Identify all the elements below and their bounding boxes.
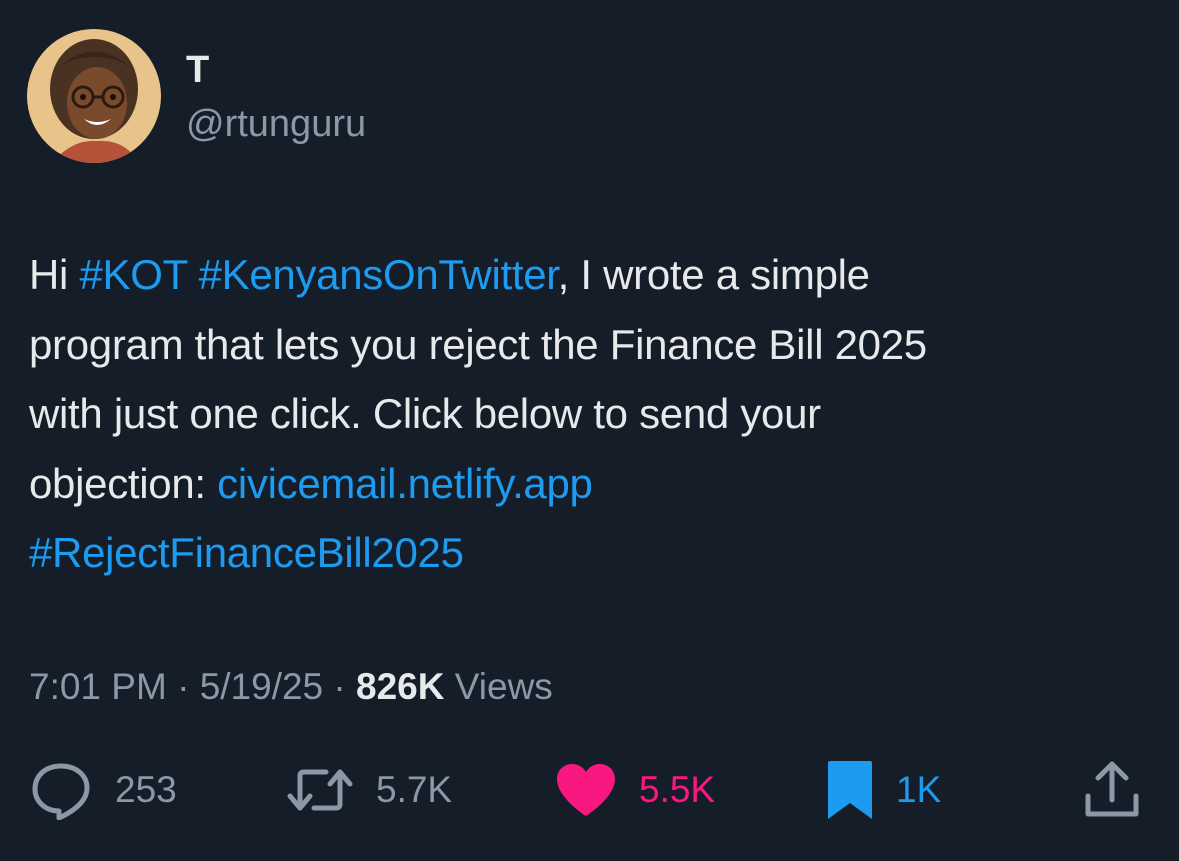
retweet-count: 5.7K xyxy=(376,769,453,810)
handle[interactable]: @rtunguru xyxy=(186,100,366,148)
reply-count: 253 xyxy=(115,769,177,810)
meta-separator: · xyxy=(323,666,357,707)
retweet-icon xyxy=(286,762,354,818)
tweet-text-line: program that lets you reject the Finance… xyxy=(29,310,1159,380)
reply-button[interactable]: 253 xyxy=(29,750,177,830)
avatar-illustration xyxy=(27,29,161,163)
like-button[interactable]: 5.5K xyxy=(555,750,715,830)
tweet-meta: 7:01 PM · 5/19/25 · 826K Views xyxy=(29,662,553,712)
heart-icon xyxy=(555,762,617,818)
share-icon xyxy=(1084,760,1140,820)
tweet-text-line: objection: civicemail.netlify.app xyxy=(29,449,1159,519)
bookmark-icon xyxy=(826,759,874,821)
meta-separator: · xyxy=(166,666,200,707)
tweet-text-line: with just one click. Click below to send… xyxy=(29,379,1159,449)
avatar[interactable] xyxy=(27,29,161,163)
hashtag-link[interactable]: #KOT xyxy=(79,251,187,298)
views-label: Views xyxy=(444,666,553,707)
tweet-text-segment: Hi xyxy=(29,251,80,298)
url-link[interactable]: civicemail.netlify.app xyxy=(217,460,593,507)
views-count[interactable]: 826K xyxy=(356,666,444,707)
tweet-text-segment xyxy=(187,251,198,298)
tweet-text-line: Hi #KOT #KenyansOnTwitter, I wrote a sim… xyxy=(29,240,1159,310)
like-count: 5.5K xyxy=(639,769,716,810)
hashtag-link[interactable]: #RejectFinanceBill2025 xyxy=(29,529,464,576)
timestamp-time[interactable]: 7:01 PM xyxy=(29,666,167,707)
tweet-text-segment: , I wrote a simple xyxy=(557,251,870,298)
reply-icon xyxy=(29,760,93,820)
display-name[interactable]: T xyxy=(186,48,209,92)
hashtag-link[interactable]: #KenyansOnTwitter xyxy=(199,251,558,298)
tweet-text-segment: with just one click. Click below to send… xyxy=(29,390,821,437)
tweet-text-line: #RejectFinanceBill2025 xyxy=(29,518,1159,588)
timestamp-date[interactable]: 5/19/25 xyxy=(200,666,323,707)
share-button[interactable] xyxy=(1084,750,1140,830)
action-bar: 253 5.7K 5.5K 1K xyxy=(0,750,1179,830)
tweet-text: Hi #KOT #KenyansOnTwitter, I wrote a sim… xyxy=(29,240,1159,588)
tweet-text-segment: program that lets you reject the Finance… xyxy=(29,320,927,368)
tweet-text-segment: objection: xyxy=(29,459,218,507)
bookmark-button[interactable]: 1K xyxy=(826,750,941,830)
retweet-button[interactable]: 5.7K xyxy=(286,750,452,830)
bookmark-count: 1K xyxy=(896,769,942,810)
